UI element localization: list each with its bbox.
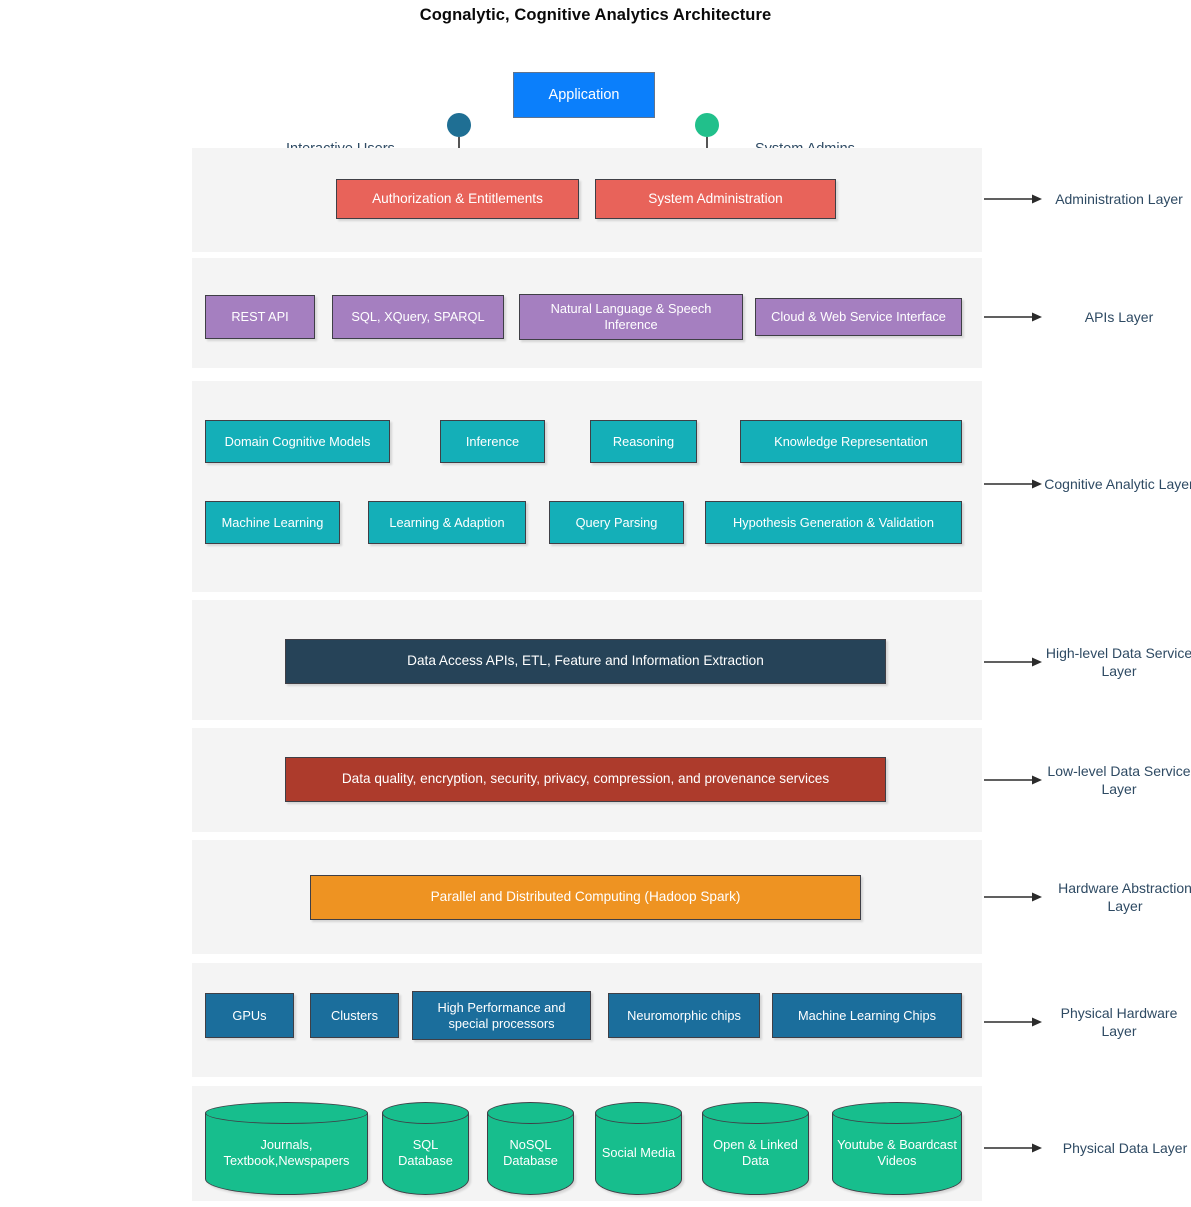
node-neuromorphic-chips[interactable]: Neuromorphic chips	[608, 993, 760, 1038]
node-data-access-apis-etl[interactable]: Data Access APIs, ETL, Feature and Infor…	[285, 639, 886, 684]
node-cloud-web-service-interface[interactable]: Cloud & Web Service Interface	[755, 298, 962, 336]
cylinder-youtube-boardcast-videos[interactable]: Youtube & Boardcast Videos	[832, 1102, 962, 1195]
node-parallel-distributed-computing[interactable]: Parallel and Distributed Computing (Hado…	[310, 875, 861, 920]
node-reasoning[interactable]: Reasoning	[590, 420, 697, 463]
cylinder-label: SQL Database	[398, 1136, 453, 1168]
band-administration-layer	[192, 148, 982, 252]
arrow-icon	[984, 312, 1042, 322]
annotation-label: Hardware Abstraction Layer	[1058, 879, 1191, 914]
node-knowledge-representation[interactable]: Knowledge Representation	[740, 420, 962, 463]
cylinder-label: Youtube & Boardcast Videos	[837, 1136, 957, 1168]
annotation-label: Low-level Data Service Layer	[1047, 762, 1191, 797]
node-rest-api[interactable]: REST API	[205, 295, 315, 339]
cylinder-label: NoSQL Database	[503, 1136, 558, 1168]
node-learning-adaption[interactable]: Learning & Adaption	[368, 501, 526, 544]
cylinder-label: Journals, Textbook,Newspapers	[223, 1136, 350, 1168]
arrow-icon	[984, 657, 1042, 667]
arrow-icon	[984, 1143, 1042, 1153]
node-high-performance-special-processors[interactable]: High Performance and special processors	[412, 991, 591, 1040]
node-natural-language-speech-inference[interactable]: Natural Language & Speech Inference	[519, 294, 743, 340]
node-authorization-entitlements[interactable]: Authorization & Entitlements	[336, 179, 579, 219]
annotation-label: Cognitive Analytic Layer	[1044, 475, 1191, 492]
node-machine-learning[interactable]: Machine Learning	[205, 501, 340, 544]
node-data-quality-encryption-security[interactable]: Data quality, encryption, security, priv…	[285, 757, 886, 802]
annotation-label: Physical Hardware Layer	[1060, 1004, 1178, 1039]
node-hypothesis-generation-validation[interactable]: Hypothesis Generation & Validation	[705, 501, 962, 544]
annotation-label: Physical Data Layer	[1062, 1139, 1188, 1156]
cylinder-nosql-database[interactable]: NoSQL Database	[487, 1102, 574, 1195]
node-inference[interactable]: Inference	[440, 420, 545, 463]
arrow-icon	[984, 775, 1042, 785]
node-gpus[interactable]: GPUs	[205, 993, 294, 1038]
arrow-icon	[984, 1017, 1042, 1027]
annotation-label: Administration Layer	[1055, 190, 1183, 207]
node-clusters[interactable]: Clusters	[310, 993, 399, 1038]
node-machine-learning-chips[interactable]: Machine Learning Chips	[772, 993, 962, 1038]
cylinder-journals-textbook-newspapers[interactable]: Journals, Textbook,Newspapers	[205, 1102, 368, 1195]
cylinder-social-media[interactable]: Social Media	[595, 1102, 682, 1195]
annotation-label: High-level Data Service Layer	[1045, 644, 1191, 679]
actors-row: Interactive Users Application System Adm…	[0, 55, 1191, 193]
annotation-label: APIs Layer	[1084, 308, 1154, 325]
band-cognitive-analytic-layer	[192, 381, 982, 592]
cylinder-sql-database[interactable]: SQL Database	[382, 1102, 469, 1195]
cylinder-label: Open & Linked Data	[713, 1136, 798, 1168]
application-box[interactable]: Application	[513, 72, 655, 118]
cylinder-open-linked-data[interactable]: Open & Linked Data	[702, 1102, 809, 1195]
arrow-icon	[984, 479, 1042, 489]
node-system-administration[interactable]: System Administration	[595, 179, 836, 219]
page-title: Cognalytic, Cognitive Analytics Architec…	[419, 6, 772, 24]
arrow-icon	[984, 194, 1042, 204]
arrow-icon	[984, 892, 1042, 902]
node-query-parsing[interactable]: Query Parsing	[549, 501, 684, 544]
node-domain-cognitive-models[interactable]: Domain Cognitive Models	[205, 420, 390, 463]
actor-head	[695, 113, 719, 137]
cylinder-label: Social Media	[601, 1144, 676, 1160]
node-sql-xquery-sparql[interactable]: SQL, XQuery, SPARQL	[332, 295, 504, 339]
actor-head	[447, 113, 471, 137]
application-label: Application	[548, 87, 620, 103]
